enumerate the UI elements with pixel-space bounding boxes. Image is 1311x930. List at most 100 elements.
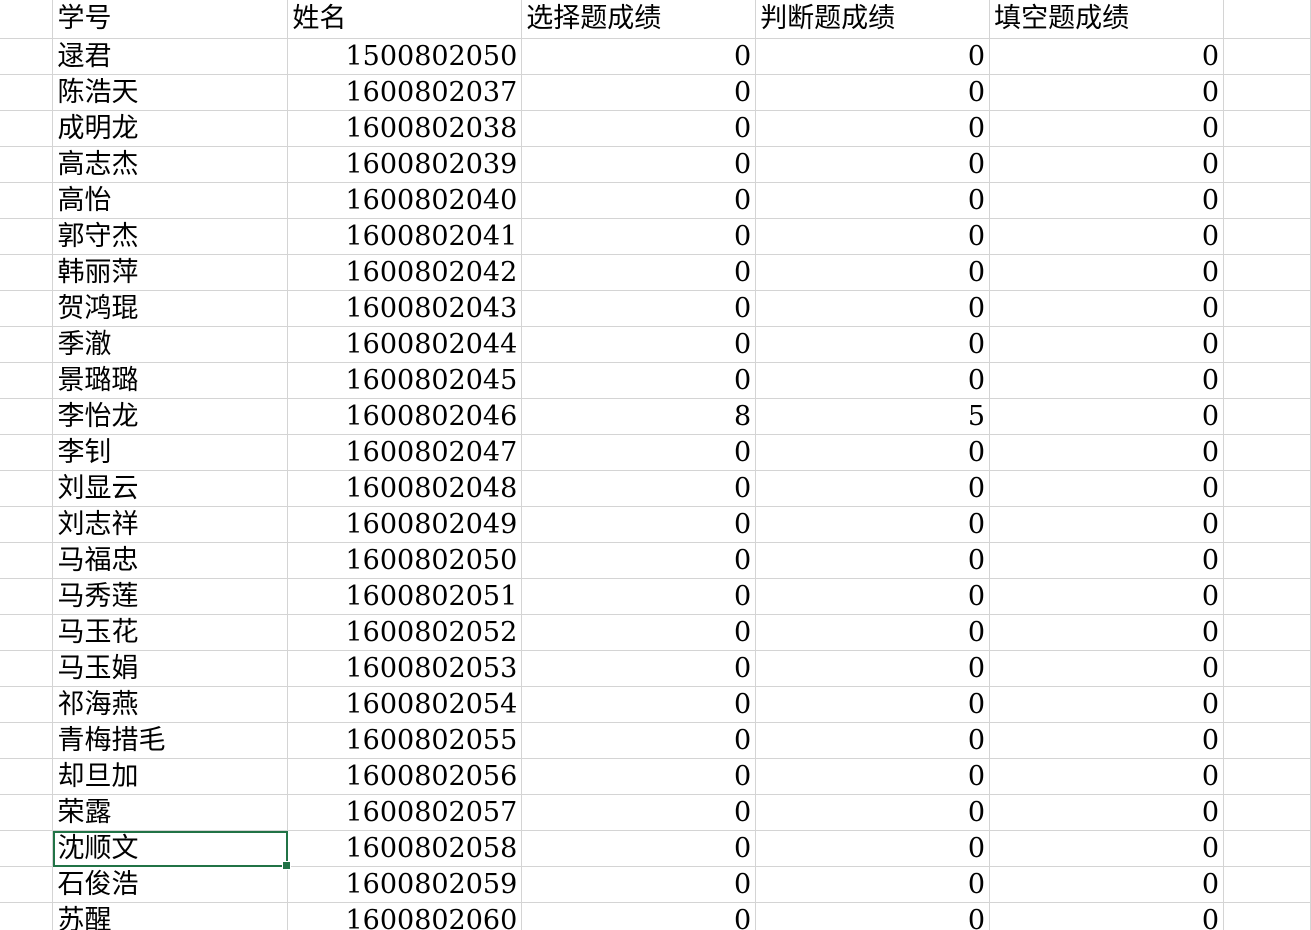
- cell-choice-score[interactable]: 0: [521, 614, 757, 651]
- cell-judge-score[interactable]: 0: [755, 470, 991, 507]
- cell-student-id[interactable]: 苏醒: [52, 902, 289, 930]
- cell-judge-score[interactable]: 0: [755, 722, 991, 759]
- cell-name[interactable]: 1600802053: [287, 650, 523, 687]
- cell-fill-score[interactable]: 0: [989, 110, 1224, 147]
- cell-student-id[interactable]: 高志杰: [52, 146, 289, 183]
- column-header-fill-score[interactable]: 填空题成绩: [989, 0, 1224, 39]
- cell-choice-score[interactable]: 0: [521, 650, 757, 687]
- cell-judge-score[interactable]: 5: [755, 398, 991, 435]
- column-header-student-id[interactable]: 学号: [52, 0, 289, 39]
- empty-cell[interactable]: [1223, 470, 1311, 507]
- cell-name[interactable]: 1600802058: [287, 830, 523, 867]
- cell-name[interactable]: 1600802040: [287, 182, 523, 219]
- cell-choice-score[interactable]: 0: [521, 182, 757, 219]
- empty-cell[interactable]: [1223, 902, 1311, 930]
- cell-name[interactable]: 1600802054: [287, 686, 523, 723]
- cell-judge-score[interactable]: 0: [755, 902, 991, 930]
- cell-student-id[interactable]: 贺鸿琨: [52, 290, 289, 327]
- cell-judge-score[interactable]: 0: [755, 38, 991, 75]
- cell-name[interactable]: 1600802048: [287, 470, 523, 507]
- cell-name[interactable]: 1600802052: [287, 614, 523, 651]
- column-header-choice-score[interactable]: 选择题成绩: [521, 0, 757, 39]
- cell-fill-score[interactable]: 0: [989, 830, 1224, 867]
- empty-cell[interactable]: [1223, 722, 1311, 759]
- cell-name[interactable]: 1600802037: [287, 74, 523, 111]
- cell-choice-score[interactable]: 0: [521, 218, 757, 255]
- cell-fill-score[interactable]: 0: [989, 650, 1224, 687]
- cell-fill-score[interactable]: 0: [989, 218, 1224, 255]
- cell-choice-score[interactable]: 0: [521, 866, 757, 903]
- cell-judge-score[interactable]: 0: [755, 326, 991, 363]
- cell-name[interactable]: 1600802039: [287, 146, 523, 183]
- cell-choice-score[interactable]: 0: [521, 362, 757, 399]
- cell-judge-score[interactable]: 0: [755, 146, 991, 183]
- cell-student-id[interactable]: 荣露: [52, 794, 289, 831]
- cell-fill-score[interactable]: 0: [989, 686, 1224, 723]
- cell-name[interactable]: 1600802057: [287, 794, 523, 831]
- cell-name[interactable]: 1600802049: [287, 506, 523, 543]
- cell-student-id[interactable]: 石俊浩: [52, 866, 289, 903]
- cell-student-id[interactable]: 陈浩天: [52, 74, 289, 111]
- empty-cell[interactable]: [1223, 830, 1311, 867]
- empty-cell[interactable]: [1223, 290, 1311, 327]
- cell-choice-score[interactable]: 0: [521, 74, 757, 111]
- cell-student-id[interactable]: 刘志祥: [52, 506, 289, 543]
- cell-choice-score[interactable]: 8: [521, 398, 757, 435]
- cell-fill-score[interactable]: 0: [989, 506, 1224, 543]
- cell-choice-score[interactable]: 0: [521, 686, 757, 723]
- empty-cell[interactable]: [1223, 686, 1311, 723]
- cell-choice-score[interactable]: 0: [521, 146, 757, 183]
- cell-choice-score[interactable]: 0: [521, 254, 757, 291]
- cell-fill-score[interactable]: 0: [989, 434, 1224, 471]
- cell-choice-score[interactable]: 0: [521, 326, 757, 363]
- empty-cell[interactable]: [1223, 74, 1311, 111]
- empty-cell[interactable]: [1223, 362, 1311, 399]
- empty-cell[interactable]: [1223, 578, 1311, 615]
- cell-name[interactable]: 1600802051: [287, 578, 523, 615]
- cell-judge-score[interactable]: 0: [755, 866, 991, 903]
- cell-choice-score[interactable]: 0: [521, 794, 757, 831]
- cell-fill-score[interactable]: 0: [989, 254, 1224, 291]
- cell-judge-score[interactable]: 0: [755, 290, 991, 327]
- empty-cell[interactable]: [1223, 254, 1311, 291]
- cell-name[interactable]: 1600802045: [287, 362, 523, 399]
- cell-judge-score[interactable]: 0: [755, 182, 991, 219]
- cell-name[interactable]: 1600802055: [287, 722, 523, 759]
- cell-choice-score[interactable]: 0: [521, 902, 757, 930]
- cell-judge-score[interactable]: 0: [755, 434, 991, 471]
- cell-judge-score[interactable]: 0: [755, 506, 991, 543]
- empty-cell[interactable]: [1223, 218, 1311, 255]
- cell-student-id[interactable]: 刘显云: [52, 470, 289, 507]
- cell-student-id[interactable]: 青梅措毛: [52, 722, 289, 759]
- cell-fill-score[interactable]: 0: [989, 470, 1224, 507]
- cell-choice-score[interactable]: 0: [521, 542, 757, 579]
- cell-fill-score[interactable]: 0: [989, 182, 1224, 219]
- cell-name[interactable]: 1500802050: [287, 38, 523, 75]
- cell-student-id[interactable]: 马秀莲: [52, 578, 289, 615]
- cell-choice-score[interactable]: 0: [521, 830, 757, 867]
- cell-student-id[interactable]: 马玉花: [52, 614, 289, 651]
- empty-cell[interactable]: [1223, 758, 1311, 795]
- cell-fill-score[interactable]: 0: [989, 290, 1224, 327]
- cell-student-id[interactable]: 韩丽萍: [52, 254, 289, 291]
- cell-name[interactable]: 1600802044: [287, 326, 523, 363]
- cell-choice-score[interactable]: 0: [521, 38, 757, 75]
- empty-cell[interactable]: [1223, 506, 1311, 543]
- cell-name[interactable]: 1600802038: [287, 110, 523, 147]
- cell-judge-score[interactable]: 0: [755, 218, 991, 255]
- empty-cell[interactable]: [1223, 110, 1311, 147]
- empty-cell[interactable]: [1223, 0, 1311, 39]
- cell-choice-score[interactable]: 0: [521, 578, 757, 615]
- cell-fill-score[interactable]: 0: [989, 578, 1224, 615]
- cell-student-id[interactable]: 马玉娟: [52, 650, 289, 687]
- cell-student-id[interactable]: 却旦加: [52, 758, 289, 795]
- cell-name[interactable]: 1600802059: [287, 866, 523, 903]
- cell-name[interactable]: 1600802046: [287, 398, 523, 435]
- cell-fill-score[interactable]: 0: [989, 722, 1224, 759]
- cell-student-id[interactable]: 成明龙: [52, 110, 289, 147]
- cell-judge-score[interactable]: 0: [755, 830, 991, 867]
- cell-name[interactable]: 1600802060: [287, 902, 523, 930]
- cell-choice-score[interactable]: 0: [521, 110, 757, 147]
- cell-judge-score[interactable]: 0: [755, 254, 991, 291]
- cell-name[interactable]: 1600802041: [287, 218, 523, 255]
